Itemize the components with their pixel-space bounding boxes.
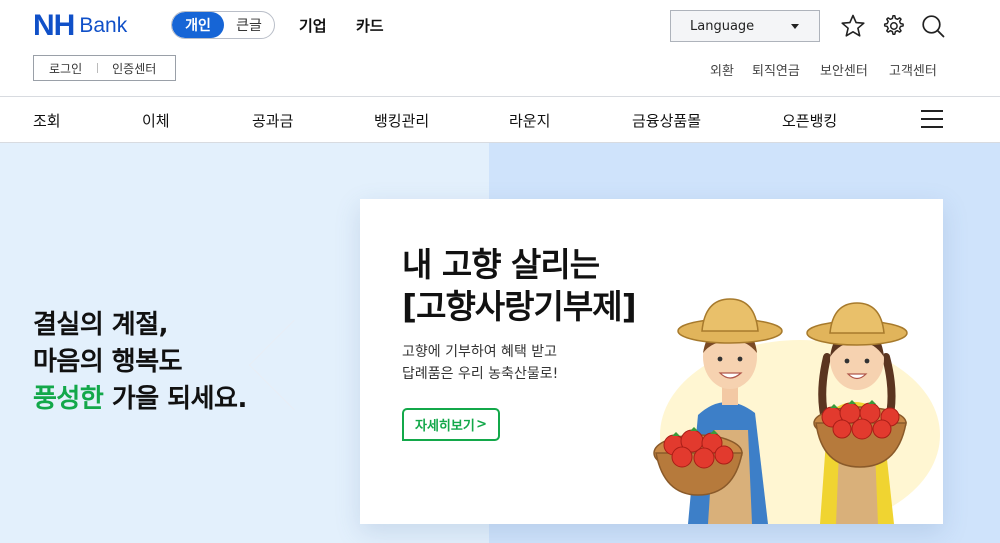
language-select-label: Language [690, 18, 755, 34]
language-select[interactable]: Language [670, 10, 820, 42]
promo-title-line2: [고향사랑기부제] [402, 287, 637, 326]
hero-copy-line3: 풍성한 가을 되세요. [33, 381, 247, 418]
hero-copy-highlight: 풍성한 [33, 384, 104, 414]
util-security-center-link[interactable]: 보안센터 [820, 60, 868, 79]
category-card-link[interactable]: 카드 [356, 15, 384, 36]
util-customer-center-link[interactable]: 고객센터 [889, 60, 937, 79]
main-navigation: 조회 이체 공과금 뱅킹관리 라운지 금융상품몰 오픈뱅킹 [0, 96, 1000, 143]
top-header: NH Bank 개인 큰글 기업 카드 Language 로그인 인증센터 외환… [0, 0, 1000, 96]
promo-card[interactable]: 내 고향 살리는 [고향사랑기부제] 고향에 기부하여 혜택 받고 답례품은 우… [360, 199, 943, 524]
segment-personal[interactable]: 개인 [172, 12, 224, 38]
nav-item-transfer[interactable]: 이체 [142, 110, 170, 131]
segment-large-font[interactable]: 큰글 [224, 12, 274, 38]
logo-nh-text: NH [33, 9, 75, 42]
certificate-center-link[interactable]: 인증센터 [112, 60, 156, 77]
nav-item-financial-products[interactable]: 금융상품몰 [632, 110, 701, 131]
util-foreign-exchange-link[interactable]: 외환 [710, 60, 734, 79]
nav-item-inquiry[interactable]: 조회 [33, 110, 61, 131]
star-icon[interactable] [840, 13, 866, 39]
nh-bank-logo[interactable]: NH Bank [33, 9, 128, 42]
promo-description: 고향에 기부하여 혜택 받고 답례품은 우리 농축산물로! [402, 341, 558, 385]
gear-icon[interactable] [880, 13, 906, 39]
promo-title: 내 고향 살리는 [고향사랑기부제] [402, 244, 637, 328]
logo-bank-text: Bank [79, 14, 128, 37]
hero-banner: 결실의 계절, 마음의 행복도 풍성한 가을 되세요. 내 고향 살리는 [고향… [0, 143, 1000, 543]
category-corporate-link[interactable]: 기업 [299, 15, 327, 36]
view-details-label: 자세히보기 [415, 419, 475, 434]
nav-item-utility-bills[interactable]: 공과금 [252, 110, 293, 131]
hero-copy-line3-rest: 가을 되세요. [103, 384, 248, 414]
view-details-button[interactable]: 자세히보기 > [402, 408, 500, 441]
hero-copy-line2: 마음의 행복도 [33, 347, 183, 377]
search-icon[interactable] [920, 13, 946, 39]
farmers-with-tomatoes-illustration [653, 298, 940, 524]
chevron-down-icon [791, 24, 799, 29]
nav-item-lounge[interactable]: 라운지 [509, 110, 550, 131]
hamburger-icon[interactable] [921, 110, 943, 128]
login-link[interactable]: 로그인 [34, 60, 82, 77]
login-box: 로그인 인증센터 [33, 55, 176, 81]
personal-largefont-toggle: 개인 큰글 [171, 11, 275, 39]
hero-decorative-chevron [248, 319, 340, 411]
login-divider [97, 63, 99, 73]
nav-item-open-banking[interactable]: 오픈뱅킹 [782, 110, 837, 131]
promo-desc-line1: 고향에 기부하여 혜택 받고 [402, 344, 558, 360]
hero-copy-line1: 결실의 계절, [33, 310, 169, 340]
chevron-right-icon: > [476, 417, 487, 432]
nav-item-banking-management[interactable]: 뱅킹관리 [374, 110, 429, 131]
util-pension-link[interactable]: 퇴직연금 [752, 60, 800, 79]
promo-title-line1: 내 고향 살리는 [402, 245, 600, 284]
promo-desc-line2: 답례품은 우리 농축산물로! [402, 366, 559, 382]
hero-greeting-copy: 결실의 계절, 마음의 행복도 풍성한 가을 되세요. [33, 307, 247, 418]
